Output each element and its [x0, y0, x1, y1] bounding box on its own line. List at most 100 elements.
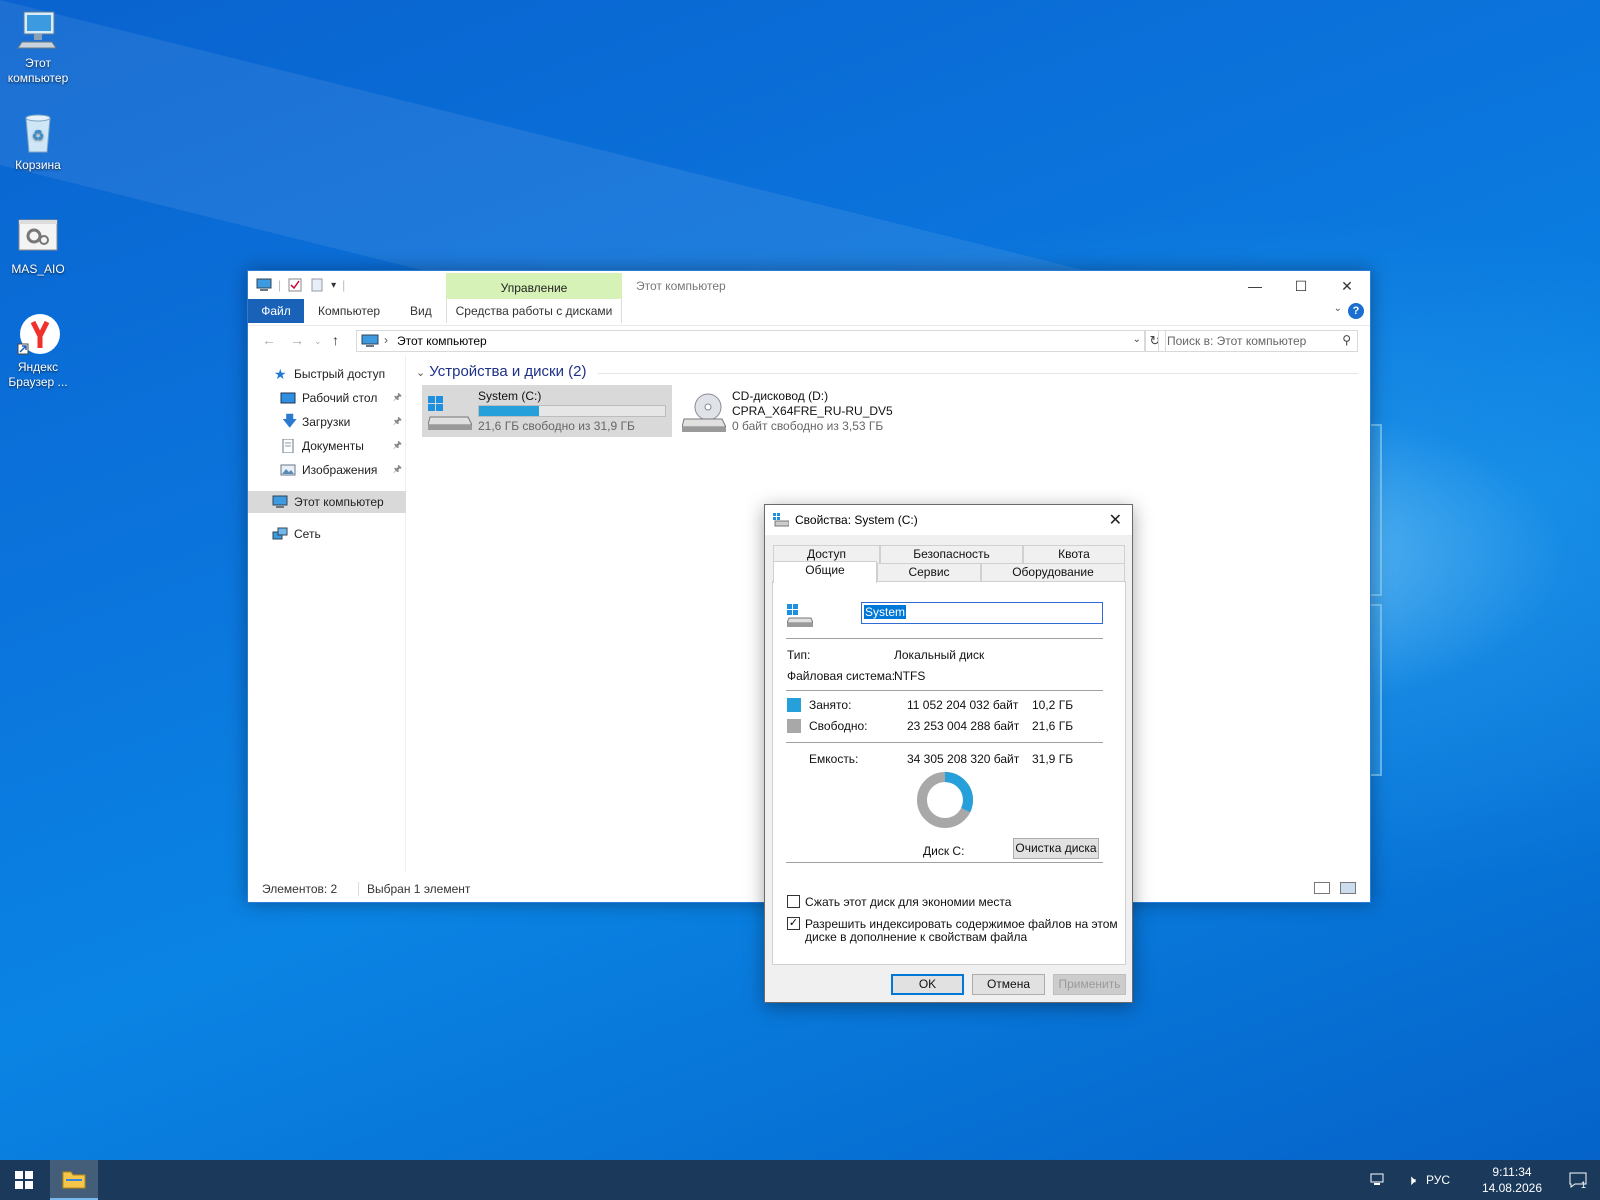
compress-label: Сжать этот диск для экономии места: [805, 895, 1012, 909]
drive-d[interactable]: CD-дисковод (D:) CPRA_X64FRE_RU-RU_DV5 0…: [676, 385, 936, 437]
properties-icon[interactable]: [287, 277, 303, 293]
used-bytes: 11 052 204 032 байт: [907, 698, 1019, 712]
pin-icon[interactable]: 🖈: [393, 435, 402, 457]
chevron-down-icon[interactable]: ⌄: [1334, 303, 1342, 314]
details-view-icon[interactable]: [1314, 882, 1330, 894]
tab-security[interactable]: Безопасность: [880, 545, 1023, 564]
minimize-button[interactable]: —: [1232, 271, 1278, 301]
search-input[interactable]: Поиск в: Этот компьютер ⚲: [1158, 330, 1358, 352]
tab-view[interactable]: Вид: [398, 299, 444, 323]
free-gb: 21,6 ГБ: [1032, 719, 1074, 733]
drive-usage-bar: [478, 405, 666, 417]
nav-quick-access[interactable]: ★ Быстрый доступ: [248, 363, 406, 385]
free-space-swatch: [787, 719, 801, 733]
filesystem-label: Файловая система:: [787, 669, 896, 683]
index-contents-checkbox[interactable]: ✓: [787, 917, 800, 930]
tab-quota[interactable]: Квота: [1023, 545, 1125, 564]
ok-button[interactable]: OK: [891, 974, 964, 995]
volume-name-field[interactable]: System: [861, 602, 1103, 624]
large-icons-view-icon[interactable]: [1340, 882, 1356, 894]
free-bytes: 23 253 004 288 байт: [907, 719, 1020, 733]
disk-cleanup-button[interactable]: Очистка диска: [1013, 838, 1099, 859]
folder-icon: [62, 1171, 86, 1189]
general-tab-panel: System Тип: Локальный диск Файловая сист…: [772, 581, 1126, 965]
nav-label: Сеть: [294, 527, 321, 541]
forward-arrow-icon[interactable]: →: [290, 332, 304, 348]
chevron-down-icon[interactable]: ⌄: [1133, 334, 1141, 345]
drive-name: System (C:): [478, 389, 542, 403]
tab-file[interactable]: Файл: [248, 299, 304, 323]
desktop-icon-recycle-bin[interactable]: ♻ Корзина: [0, 110, 76, 173]
tab-drive-tools[interactable]: Средства работы с дисками: [446, 299, 622, 323]
language-indicator[interactable]: РУС: [1426, 1160, 1450, 1200]
close-icon[interactable]: ✕: [1109, 510, 1122, 530]
drive-free-text: 21,6 ГБ свободно из 31,9 ГБ: [478, 419, 635, 433]
disk-usage-donut: [917, 772, 973, 828]
ribbon-tabs: Файл Компьютер Вид Средства работы с дис…: [248, 299, 1370, 323]
computer-icon[interactable]: [256, 277, 272, 293]
disk-label: Диск C:: [923, 844, 965, 858]
nav-label: Этот компьютер: [294, 495, 384, 509]
drive-free-text: 0 байт свободно из 3,53 ГБ: [732, 419, 884, 433]
star-icon: ★: [274, 366, 287, 382]
tab-hardware[interactable]: Оборудование: [981, 563, 1125, 582]
recycle-bin-icon: ♻: [16, 110, 60, 154]
cancel-button[interactable]: Отмена: [972, 974, 1045, 995]
breadcrumb[interactable]: Этот компьютер: [397, 334, 487, 348]
drive-icon: [773, 513, 789, 527]
tab-computer[interactable]: Компьютер: [306, 299, 392, 323]
yandex-browser-icon: [16, 312, 60, 356]
nav-downloads[interactable]: 🡇 Загрузки 🖈: [248, 411, 406, 433]
network-tray-icon[interactable]: [1370, 1160, 1388, 1200]
recent-locations-icon[interactable]: ⌄: [314, 336, 322, 347]
pictures-icon: [280, 464, 296, 476]
volume-tray-icon[interactable]: 🕨: [1407, 1160, 1416, 1200]
desktop-icon-yandex-browser[interactable]: Яндекс Браузер ...: [0, 312, 76, 390]
group-header[interactable]: ⌄ Устройства и диски (2): [416, 363, 586, 380]
pin-icon[interactable]: 🖈: [393, 387, 402, 409]
settings-file-icon: [16, 214, 60, 258]
start-button[interactable]: [0, 1160, 48, 1200]
new-folder-icon[interactable]: [309, 277, 325, 293]
compress-drive-checkbox[interactable]: [787, 895, 800, 908]
help-icon[interactable]: ?: [1348, 303, 1364, 319]
used-gb: 10,2 ГБ: [1032, 698, 1074, 712]
desktop-icon-label: MAS_AIO: [11, 262, 65, 276]
nav-desktop[interactable]: Рабочий стол 🖈: [248, 387, 406, 409]
taskbar-file-explorer[interactable]: [50, 1160, 98, 1200]
capacity-gb: 31,9 ГБ: [1032, 752, 1074, 766]
desktop-folder-icon: [280, 392, 296, 404]
maximize-button[interactable]: ☐: [1278, 271, 1324, 301]
time: 9:11:34: [1492, 1165, 1532, 1179]
tab-general[interactable]: Общие: [773, 561, 877, 583]
address-bar[interactable]: › Этот компьютер ⌄: [356, 330, 1146, 352]
pin-icon[interactable]: 🖈: [393, 411, 402, 433]
close-button[interactable]: ✕: [1324, 271, 1370, 301]
drive-c[interactable]: System (C:) 21,6 ГБ свободно из 31,9 ГБ: [422, 385, 672, 437]
download-arrow-icon: 🡇: [282, 413, 298, 430]
up-arrow-icon[interactable]: ↑: [332, 332, 339, 348]
window-title: Этот компьютер: [636, 279, 726, 293]
nav-this-pc[interactable]: Этот компьютер: [248, 491, 406, 513]
pin-icon[interactable]: 🖈: [393, 459, 402, 481]
quick-access-toolbar: | ▾ |: [256, 277, 345, 293]
customize-toolbar-icon[interactable]: ▾: [331, 280, 336, 291]
nav-documents[interactable]: Документы 🖈: [248, 435, 406, 457]
computer-icon: [16, 8, 60, 52]
desktop-icon-mas-aio[interactable]: MAS_AIO: [0, 214, 76, 277]
nav-label: Изображения: [302, 463, 378, 477]
action-center-button[interactable]: 1: [1569, 1160, 1587, 1200]
nav-network[interactable]: Сеть: [248, 523, 406, 545]
back-arrow-icon[interactable]: ←: [262, 332, 276, 348]
computer-icon: [272, 495, 288, 508]
group-header-label: Устройства и диски (2): [429, 363, 587, 380]
desktop-icon-this-pc[interactable]: Этот компьютер: [0, 8, 76, 86]
dialog-titlebar: Свойства: System (C:) ✕: [765, 505, 1132, 535]
clock[interactable]: 9:11:34 14.08.2026: [1482, 1164, 1542, 1196]
network-icon: [272, 527, 288, 540]
nav-pictures[interactable]: Изображения 🖈: [248, 459, 406, 481]
apply-button[interactable]: Применить: [1053, 974, 1126, 995]
used-space-swatch: [787, 698, 801, 712]
windows-drive-icon: [428, 396, 472, 430]
tab-tools[interactable]: Сервис: [877, 563, 981, 582]
